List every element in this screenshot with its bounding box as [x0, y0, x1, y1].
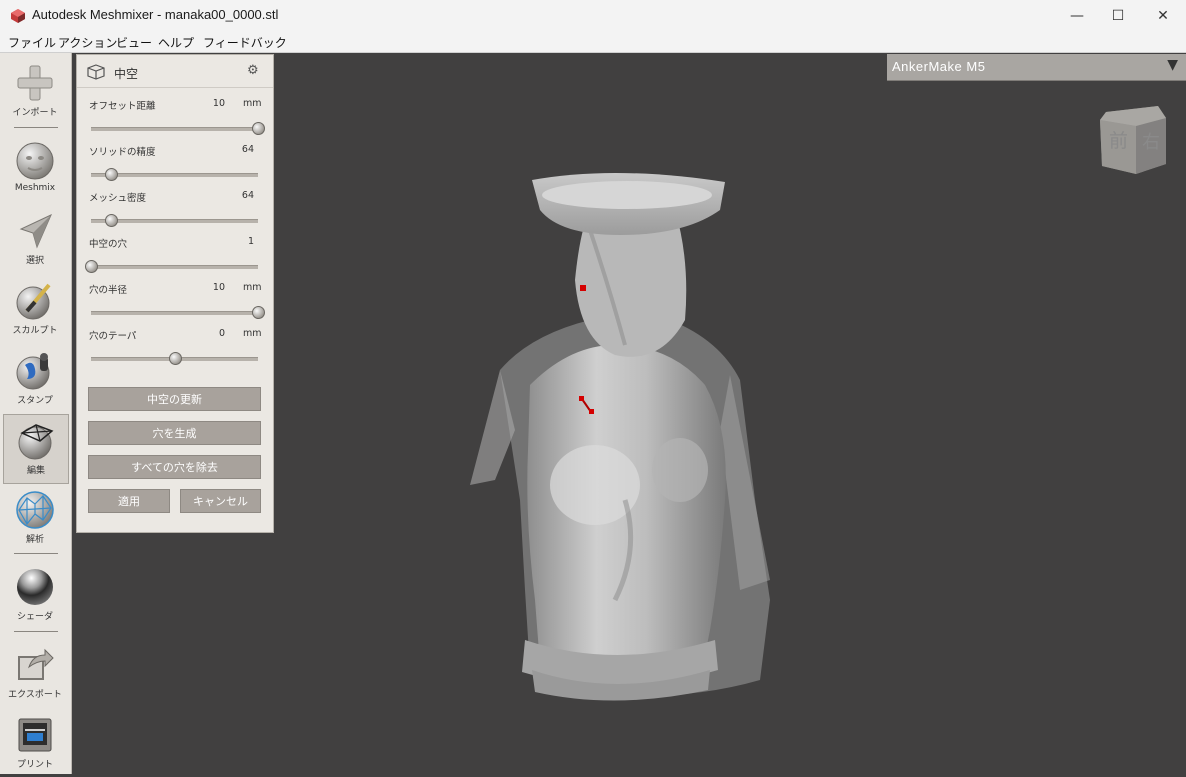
minimize-button[interactable]: — [1054, 0, 1100, 32]
dropdown-arrow-icon: ▼ [1167, 57, 1178, 73]
tool-analysis-label: 解析 [25, 535, 44, 545]
panel-header: 中空 ⚙ [77, 55, 273, 88]
update-hollow-button[interactable]: 中空の更新 [88, 387, 261, 411]
viewcube-front-label: 前 [1109, 130, 1129, 152]
param-value-mesh-density: 64 [241, 190, 254, 201]
tool-select-label: 選択 [25, 256, 44, 266]
menu-action[interactable]: アクション [58, 34, 117, 51]
print-icon [18, 718, 52, 752]
slider-hollow-holes-thumb[interactable] [85, 260, 98, 273]
param-value-offset: 10 [212, 98, 225, 109]
hollow-panel: 中空 ⚙ オフセット距離 10 mm ソリッドの精度 64 メッシュ密度 64 … [76, 54, 274, 533]
tool-shader[interactable]: シェーダ [3, 561, 67, 629]
close-button[interactable]: ✕ [1140, 0, 1186, 32]
analysis-mesh-icon [16, 491, 54, 529]
tool-stamp-label: スタンプ [17, 396, 53, 406]
apply-button[interactable]: 適用 [88, 489, 170, 513]
param-value-hollow-holes: 1 [247, 236, 254, 247]
export-icon [18, 648, 54, 680]
tool-analysis[interactable]: 解析 [3, 484, 67, 552]
menu-help[interactable]: ヘルプ [158, 34, 194, 51]
param-value-hole-taper: 0 [218, 328, 225, 339]
param-value-hole-radius: 10 [212, 282, 225, 293]
tool-stamp[interactable]: スタンプ [3, 345, 67, 413]
slider-solid-accuracy-thumb[interactable] [105, 168, 119, 181]
tool-edit[interactable]: 編集 [3, 414, 69, 484]
param-label-offset: オフセット距離 [89, 101, 156, 112]
param-label-solid-accuracy: ソリッドの精度 [89, 147, 156, 158]
printer-name: AnkerMake M5 [892, 59, 986, 74]
slider-offset-track[interactable] [91, 127, 258, 131]
slider-hole-taper-thumb[interactable] [168, 352, 182, 365]
param-label-hole-radius: 穴の半径 [89, 285, 128, 296]
param-unit-hole-radius: mm [243, 282, 262, 293]
tool-print-label: プリント [16, 760, 53, 770]
param-unit-offset: mm [243, 98, 262, 109]
generate-holes-button[interactable]: 穴を生成 [88, 421, 261, 445]
param-label-mesh-density: メッシュ密度 [89, 193, 147, 204]
param-unit-hole-taper: mm [243, 328, 262, 339]
tool-export-label: エクスポート [8, 690, 62, 700]
left-toolbar: インポート Meshmix 選択 スカルプト スタンプ 編集 解析 シェーダ エ… [0, 53, 72, 774]
meshmixer-app-icon [11, 9, 25, 23]
panel-title: 中空 [114, 67, 139, 81]
tool-import[interactable]: インポート [3, 57, 67, 125]
stamp-icon [16, 353, 50, 390]
printer-dropdown[interactable]: AnkerMake M5 ▼ [887, 54, 1186, 81]
tool-shader-label: シェーダ [16, 612, 53, 622]
tool-meshmix-label: Meshmix [14, 183, 56, 193]
slider-hole-radius-track[interactable] [91, 311, 258, 315]
slider-mesh-density-thumb[interactable] [105, 214, 119, 227]
toolbar-divider [14, 127, 58, 128]
menu-view[interactable]: ビュー [116, 34, 152, 51]
tool-sculpt-label: スカルプト [12, 326, 58, 336]
maximize-button[interactable]: ☐ [1095, 0, 1141, 32]
meshmix-face-icon [16, 142, 54, 180]
tool-import-label: インポート [12, 108, 58, 118]
tool-select[interactable]: 選択 [3, 205, 67, 273]
tool-meshmix[interactable]: Meshmix [3, 135, 67, 203]
window-title: Autodesk Meshmixer - manaka00_0000.stl [32, 7, 279, 22]
sculpt-brush-icon [16, 283, 51, 320]
menu-file[interactable]: ファイル [8, 34, 56, 51]
toolbar-divider [14, 553, 58, 554]
hollow-cube-icon [87, 64, 105, 80]
tool-edit-label: 編集 [26, 466, 45, 476]
torso-mesh-model[interactable] [440, 170, 790, 705]
tool-sculpt[interactable]: スカルプト [3, 275, 67, 343]
title-bar: Autodesk Meshmixer - manaka00_0000.stl —… [0, 0, 1186, 33]
toolbar-divider [14, 631, 58, 632]
slider-hollow-holes-track[interactable] [91, 265, 258, 269]
plus-icon [17, 65, 53, 101]
remove-all-holes-button[interactable]: すべての穴を除去 [88, 455, 261, 479]
tool-print[interactable]: プリント [3, 709, 67, 777]
param-label-hollow-holes: 中空の穴 [89, 239, 128, 250]
param-value-solid-accuracy: 64 [241, 144, 254, 155]
select-arrow-icon [19, 213, 52, 249]
edit-mesh-icon [18, 424, 54, 460]
viewcube-right-label: 右 [1142, 132, 1160, 153]
menu-bar: ファイル アクション ビュー ヘルプ フィードバック [0, 32, 1186, 53]
tool-export[interactable]: エクスポート [3, 639, 67, 707]
cancel-button[interactable]: キャンセル [180, 489, 261, 513]
slider-hole-radius-thumb[interactable] [252, 306, 265, 319]
slider-offset-thumb[interactable] [252, 122, 265, 135]
shader-sphere-icon [17, 569, 53, 605]
gear-icon[interactable]: ⚙ [247, 63, 259, 78]
param-label-hole-taper: 穴のテーパ [89, 331, 137, 342]
menu-feedback[interactable]: フィードバック [203, 34, 287, 51]
